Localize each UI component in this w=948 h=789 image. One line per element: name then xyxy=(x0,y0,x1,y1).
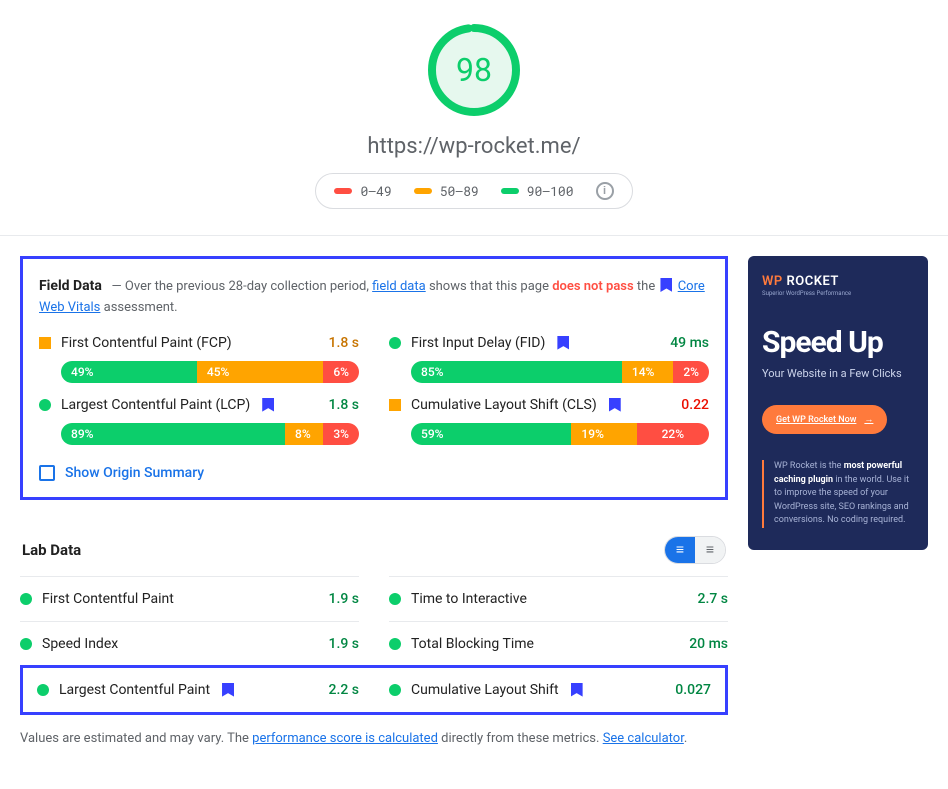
lab-metric-row: Cumulative Layout Shift 0.027 xyxy=(389,668,711,712)
field-metric: First Contentful Paint (FCP) 1.8 s 49%45%6… xyxy=(39,335,359,383)
view-toggle[interactable]: ≡ ≡ xyxy=(664,536,726,564)
toggle-detailed[interactable]: ≡ xyxy=(665,537,695,563)
metric-value: 49 ms xyxy=(670,335,709,351)
status-dot-icon xyxy=(37,684,49,696)
status-dot-icon xyxy=(389,684,401,696)
lab-metric-label: Total Blocking Time xyxy=(411,636,534,652)
legend-orange-icon xyxy=(414,188,432,194)
score-gauge: 98 xyxy=(424,20,524,120)
lab-metric-row: First Contentful Paint 1.9 s xyxy=(20,576,359,621)
bookmark-icon xyxy=(609,398,621,412)
lab-metric-value: 20 ms xyxy=(689,636,728,652)
header-section: 98 https://wp-rocket.me/ 0–49 50–89 90–1… xyxy=(0,20,948,209)
metric-label: Largest Contentful Paint (LCP) xyxy=(61,397,250,413)
status-icon xyxy=(39,337,51,349)
lab-metric-label: First Contentful Paint xyxy=(42,591,174,607)
checkbox-icon[interactable] xyxy=(39,465,55,481)
distribution-bar: 49%45%6% xyxy=(61,361,359,383)
status-dot-icon xyxy=(389,593,401,605)
status-icon xyxy=(389,399,401,411)
bookmark-icon xyxy=(660,278,672,292)
toggle-compact[interactable]: ≡ xyxy=(695,537,725,563)
distribution-bar: 59%19%22% xyxy=(411,423,709,445)
lab-metric-value: 2.2 s xyxy=(329,682,360,698)
bookmark-icon xyxy=(557,336,569,350)
lab-metric-label: Speed Index xyxy=(42,636,118,652)
lab-data-title: Lab Data xyxy=(22,541,81,559)
lab-metric-label: Largest Contentful Paint xyxy=(59,682,210,698)
field-metric: Cumulative Layout Shift (CLS) 0.22 59%19%2… xyxy=(389,397,709,445)
lab-metric-label: Time to Interactive xyxy=(411,591,527,607)
show-origin-summary[interactable]: Show Origin Summary xyxy=(39,465,709,481)
lab-data-header: Lab Data ≡ ≡ xyxy=(20,536,728,564)
see-calc-link[interactable]: See calculator xyxy=(603,731,684,746)
status-icon xyxy=(389,337,401,349)
legend-red-icon xyxy=(334,188,352,194)
fail-badge: does not pass xyxy=(552,279,633,294)
field-data-summary: Field Data — Over the previous 28-day co… xyxy=(39,275,709,319)
lab-metric-value: 2.7 s xyxy=(698,591,729,607)
promo-tagline: Superior WordPress Performance xyxy=(762,290,914,297)
field-metric: First Input Delay (FID) 49 ms 85%14%2% xyxy=(389,335,709,383)
info-icon[interactable]: i xyxy=(596,182,614,200)
legend-green-icon xyxy=(501,188,519,194)
lab-metric-label: Cumulative Layout Shift xyxy=(411,682,559,698)
calc-link[interactable]: performance score is calculated xyxy=(252,731,438,746)
promo-title: Speed Up xyxy=(762,325,914,360)
metric-label: First Input Delay (FID) xyxy=(411,335,545,351)
lab-metric-row: Time to Interactive 2.7 s xyxy=(389,576,728,621)
score-value: 98 xyxy=(424,20,524,120)
score-legend: 0–49 50–89 90–100 i xyxy=(315,173,632,209)
lab-metric-value: 1.9 s xyxy=(329,636,360,652)
lab-metric-row: Largest Contentful Paint 2.2 s xyxy=(37,668,359,712)
field-data-link[interactable]: field data xyxy=(372,279,426,294)
metric-value: 1.8 s xyxy=(329,335,360,351)
page-url: https://wp-rocket.me/ xyxy=(0,134,948,159)
lab-metric-row: Total Blocking Time 20 ms xyxy=(389,621,728,666)
status-dot-icon xyxy=(20,593,32,605)
promo-brand: WP ROCKET xyxy=(762,274,914,289)
distribution-bar: 89%8%3% xyxy=(61,423,359,445)
status-dot-icon xyxy=(389,638,401,650)
field-data-card: Field Data — Over the previous 28-day co… xyxy=(20,256,728,500)
lab-metric-row: Speed Index 1.9 s xyxy=(20,621,359,666)
status-dot-icon xyxy=(20,638,32,650)
lab-highlight-box: Largest Contentful Paint 2.2 s Cumulative … xyxy=(20,665,728,715)
promo-cta-button[interactable]: Get WP Rocket Now→ xyxy=(762,405,887,434)
bookmark-icon xyxy=(571,683,583,697)
lab-metric-value: 0.027 xyxy=(675,682,711,698)
lab-metric-value: 1.9 s xyxy=(329,591,360,607)
metric-value: 1.8 s xyxy=(329,397,360,413)
distribution-bar: 85%14%2% xyxy=(411,361,709,383)
bookmark-icon xyxy=(262,398,274,412)
metric-label: First Contentful Paint (FCP) xyxy=(61,335,232,351)
footnote: Values are estimated and may vary. The p… xyxy=(20,729,728,749)
metric-value: 0.22 xyxy=(681,397,709,413)
promo-description: WP Rocket is the most powerful caching p… xyxy=(762,460,914,528)
promo-card: WP ROCKET Superior WordPress Performance… xyxy=(748,256,928,550)
promo-subtitle: Your Website in a Few Clicks xyxy=(762,366,914,381)
arrow-icon: → xyxy=(864,414,873,425)
field-metric: Largest Contentful Paint (LCP) 1.8 s 89%8%… xyxy=(39,397,359,445)
metric-label: Cumulative Layout Shift (CLS) xyxy=(411,397,597,413)
bookmark-icon xyxy=(222,683,234,697)
status-icon xyxy=(39,399,51,411)
